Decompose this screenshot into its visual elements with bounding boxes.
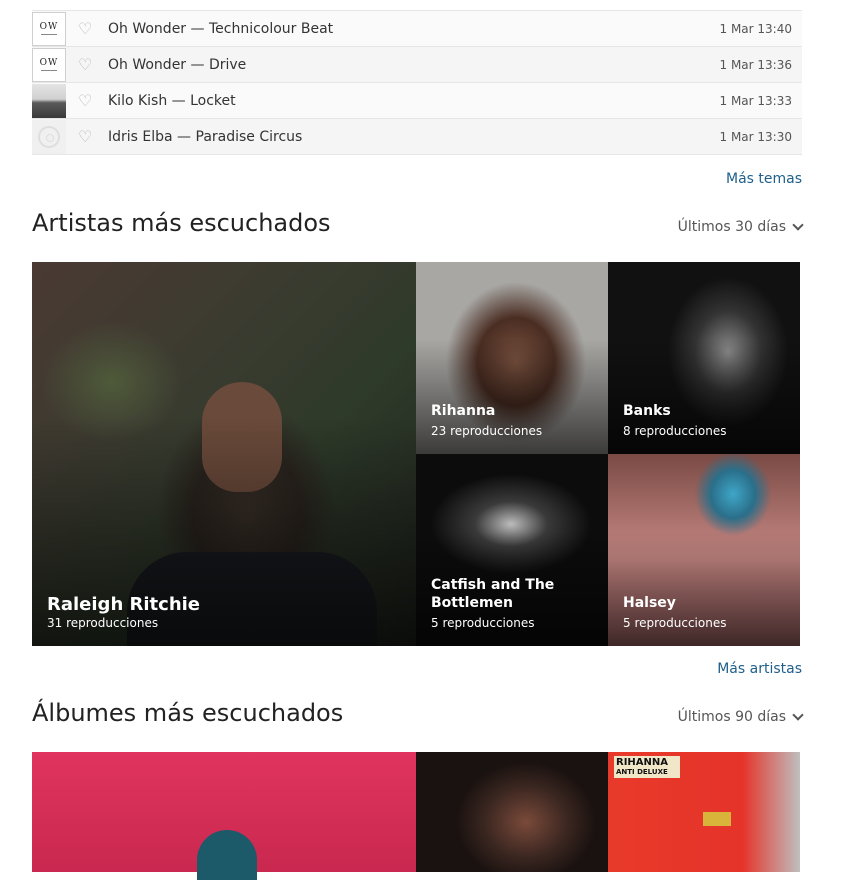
thumbnail-line	[41, 69, 57, 71]
top-artists-grid: Raleigh Ritchie 31 reproducciones Rihann…	[32, 262, 800, 646]
album-thumbnail[interactable]: OW	[32, 11, 66, 46]
track-title[interactable]: Kilo Kish — Locket	[108, 93, 236, 109]
album-thumbnail-placeholder[interactable]	[32, 119, 66, 154]
artist-tile-banks[interactable]: Banks 8 reproducciones	[608, 262, 800, 454]
artists-section-header: Artistas más escuchados Últimos 30 días	[32, 209, 804, 245]
track-title[interactable]: Oh Wonder — Technicolour Beat	[108, 21, 333, 37]
track-row[interactable]: ♡ Kilo Kish — Locket 1 Mar 13:33	[32, 83, 802, 119]
album-art-figure	[197, 830, 257, 880]
top-albums-grid: RIHANNA ANTI DELUXE	[32, 752, 800, 880]
artist-play-count: 8 reproducciones	[623, 424, 727, 438]
heart-icon[interactable]: ♡	[78, 20, 98, 37]
track-timestamp: 1 Mar 13:36	[719, 57, 793, 72]
heart-icon[interactable]: ♡	[78, 128, 98, 145]
albums-range-label[interactable]: Últimos 90 días	[678, 709, 786, 725]
artists-range-dropdown[interactable]: Últimos 30 días	[678, 219, 804, 235]
artist-tile-catfish-and-the-bottlemen[interactable]: Catfish and The Bottlemen 5 reproduccion…	[416, 454, 608, 646]
artist-name[interactable]: Catfish and The Bottlemen	[431, 576, 581, 612]
album-cover[interactable]: RIHANNA ANTI DELUXE	[608, 752, 800, 872]
track-row[interactable]: OW ♡ Oh Wonder — Drive 1 Mar 13:36	[32, 47, 802, 83]
artist-tile-halsey[interactable]: Halsey 5 reproducciones	[608, 454, 800, 646]
album-cover-artist: RIHANNA	[616, 757, 669, 768]
track-row[interactable]: OW ♡ Oh Wonder — Technicolour Beat 1 Mar…	[32, 11, 802, 47]
albums-section-title: Álbumes más escuchados	[32, 699, 344, 727]
more-tracks-link[interactable]: Más temas	[32, 171, 802, 191]
more-artists-link[interactable]: Más artistas	[32, 661, 802, 681]
main-content: OW ♡ Oh Wonder — Technicolour Beat 1 Mar…	[32, 0, 804, 880]
heart-icon[interactable]: ♡	[78, 56, 98, 73]
track-row[interactable]: ♡ Idris Elba — Paradise Circus 1 Mar 13:…	[32, 119, 802, 155]
artist-play-count: 5 reproducciones	[623, 616, 727, 630]
artist-name[interactable]: Raleigh Ritchie	[47, 596, 200, 614]
artists-section-title: Artistas más escuchados	[32, 209, 331, 237]
more-artists-label[interactable]: Más artistas	[717, 661, 802, 677]
chevron-down-icon[interactable]	[792, 709, 804, 721]
artist-name[interactable]: Rihanna	[431, 402, 495, 420]
albums-section-header: Álbumes más escuchados Últimos 90 días	[32, 699, 804, 735]
artist-tile-raleigh-ritchie[interactable]: Raleigh Ritchie 31 reproducciones	[32, 262, 416, 646]
album-cover[interactable]	[416, 752, 608, 872]
artist-play-count: 5 reproducciones	[431, 616, 535, 630]
albums-range-dropdown[interactable]: Últimos 90 días	[678, 709, 804, 725]
artist-play-count: 23 reproducciones	[431, 424, 543, 438]
album-thumbnail-text: OW	[39, 57, 59, 68]
heart-icon[interactable]: ♡	[78, 92, 98, 109]
album-cover[interactable]	[32, 752, 416, 880]
recent-tracks-list: OW ♡ Oh Wonder — Technicolour Beat 1 Mar…	[32, 10, 802, 155]
artists-range-label[interactable]: Últimos 30 días	[678, 219, 786, 235]
crown-shape	[703, 812, 731, 826]
artist-name[interactable]: Halsey	[623, 594, 676, 612]
album-cover-subtitle: ANTI DELUXE	[616, 768, 668, 776]
thumbnail-line	[41, 33, 57, 35]
album-thumbnail[interactable]	[32, 83, 66, 118]
track-title[interactable]: Oh Wonder — Drive	[108, 57, 246, 73]
album-thumbnail-text: OW	[39, 21, 59, 32]
artist-tile-rihanna[interactable]: Rihanna 23 reproducciones	[416, 262, 608, 454]
track-timestamp: 1 Mar 13:40	[719, 21, 793, 36]
more-tracks-label[interactable]: Más temas	[726, 171, 802, 187]
chevron-down-icon[interactable]	[792, 219, 804, 231]
track-timestamp: 1 Mar 13:33	[719, 93, 793, 108]
artist-play-count: 31 reproducciones	[47, 616, 159, 630]
album-cover-label: RIHANNA ANTI DELUXE	[614, 756, 680, 778]
track-timestamp: 1 Mar 13:30	[719, 129, 793, 144]
album-thumbnail[interactable]: OW	[32, 47, 66, 82]
track-title[interactable]: Idris Elba — Paradise Circus	[108, 129, 302, 145]
disc-icon	[38, 125, 60, 148]
artist-name[interactable]: Banks	[623, 402, 671, 420]
